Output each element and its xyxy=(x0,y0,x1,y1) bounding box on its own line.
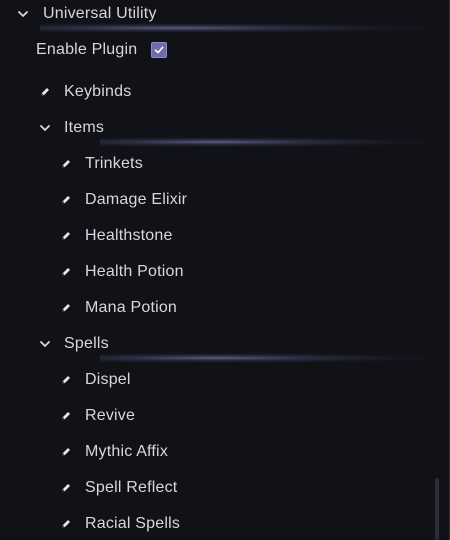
tree-node-label: Universal Utility xyxy=(43,5,157,22)
tree-leaf-trinkets[interactable]: Trinkets xyxy=(59,150,143,178)
tree-leaf-label: Health Potion xyxy=(85,263,184,280)
pen-icon xyxy=(59,517,73,531)
header-glow xyxy=(100,353,430,363)
pen-icon xyxy=(59,265,73,279)
tree-node-keybinds[interactable]: Keybinds xyxy=(38,78,131,106)
tree-leaf-dispel[interactable]: Dispel xyxy=(59,366,131,394)
pen-icon xyxy=(59,193,73,207)
tree-leaf-label: Revive xyxy=(85,407,136,424)
scrollbar[interactable] xyxy=(435,478,439,540)
tree-leaf-label: Healthstone xyxy=(85,227,173,244)
tree-leaf-label: Spell Reflect xyxy=(85,479,178,496)
tree-leaf-mythic-affix[interactable]: Mythic Affix xyxy=(59,438,168,466)
pen-icon xyxy=(59,301,73,315)
tree-node-label: Keybinds xyxy=(64,83,132,100)
enable-plugin-row: Enable Plugin xyxy=(36,36,168,64)
pen-icon xyxy=(59,445,73,459)
pen-icon xyxy=(59,229,73,243)
pen-icon xyxy=(59,481,73,495)
tree-leaf-spell-reflect[interactable]: Spell Reflect xyxy=(59,474,177,502)
pen-icon xyxy=(38,85,52,99)
tree-leaf-revive[interactable]: Revive xyxy=(59,402,135,430)
enable-plugin-label: Enable Plugin xyxy=(36,41,138,58)
tree-leaf-label: Mythic Affix xyxy=(85,443,169,460)
pen-icon xyxy=(59,373,73,387)
tree-leaf-label: Racial Spells xyxy=(85,515,181,532)
tree-node-label: Items xyxy=(64,119,105,136)
tree-leaf-health-potion[interactable]: Health Potion xyxy=(59,258,184,286)
tree-node-label: Spells xyxy=(64,335,109,352)
tree-leaf-damage-elixir[interactable]: Damage Elixir xyxy=(59,186,187,214)
tree-node-items[interactable]: Items xyxy=(38,114,104,142)
chevron-down-icon[interactable] xyxy=(38,121,52,135)
tree-node-universal-utility[interactable]: Universal Utility xyxy=(16,0,157,28)
tree-leaf-healthstone[interactable]: Healthstone xyxy=(59,222,173,250)
tree-leaf-label: Dispel xyxy=(85,371,131,388)
settings-tree-panel: Universal Utility Enable Plugin Keybinds… xyxy=(0,0,450,540)
tree-leaf-racial-spells[interactable]: Racial Spells xyxy=(59,510,180,538)
tree-leaf-label: Trinkets xyxy=(85,155,143,172)
tree-leaf-label: Mana Potion xyxy=(85,299,178,316)
tree-node-spells[interactable]: Spells xyxy=(38,330,109,358)
checkmark-icon xyxy=(155,46,164,54)
pen-icon xyxy=(59,157,73,171)
tree-leaf-mana-potion[interactable]: Mana Potion xyxy=(59,294,177,322)
tree-leaf-label: Damage Elixir xyxy=(85,191,188,208)
header-glow xyxy=(100,137,430,147)
enable-plugin-checkbox[interactable] xyxy=(151,42,168,58)
pen-icon xyxy=(59,409,73,423)
chevron-down-icon[interactable] xyxy=(16,7,30,21)
chevron-down-icon[interactable] xyxy=(38,337,52,351)
